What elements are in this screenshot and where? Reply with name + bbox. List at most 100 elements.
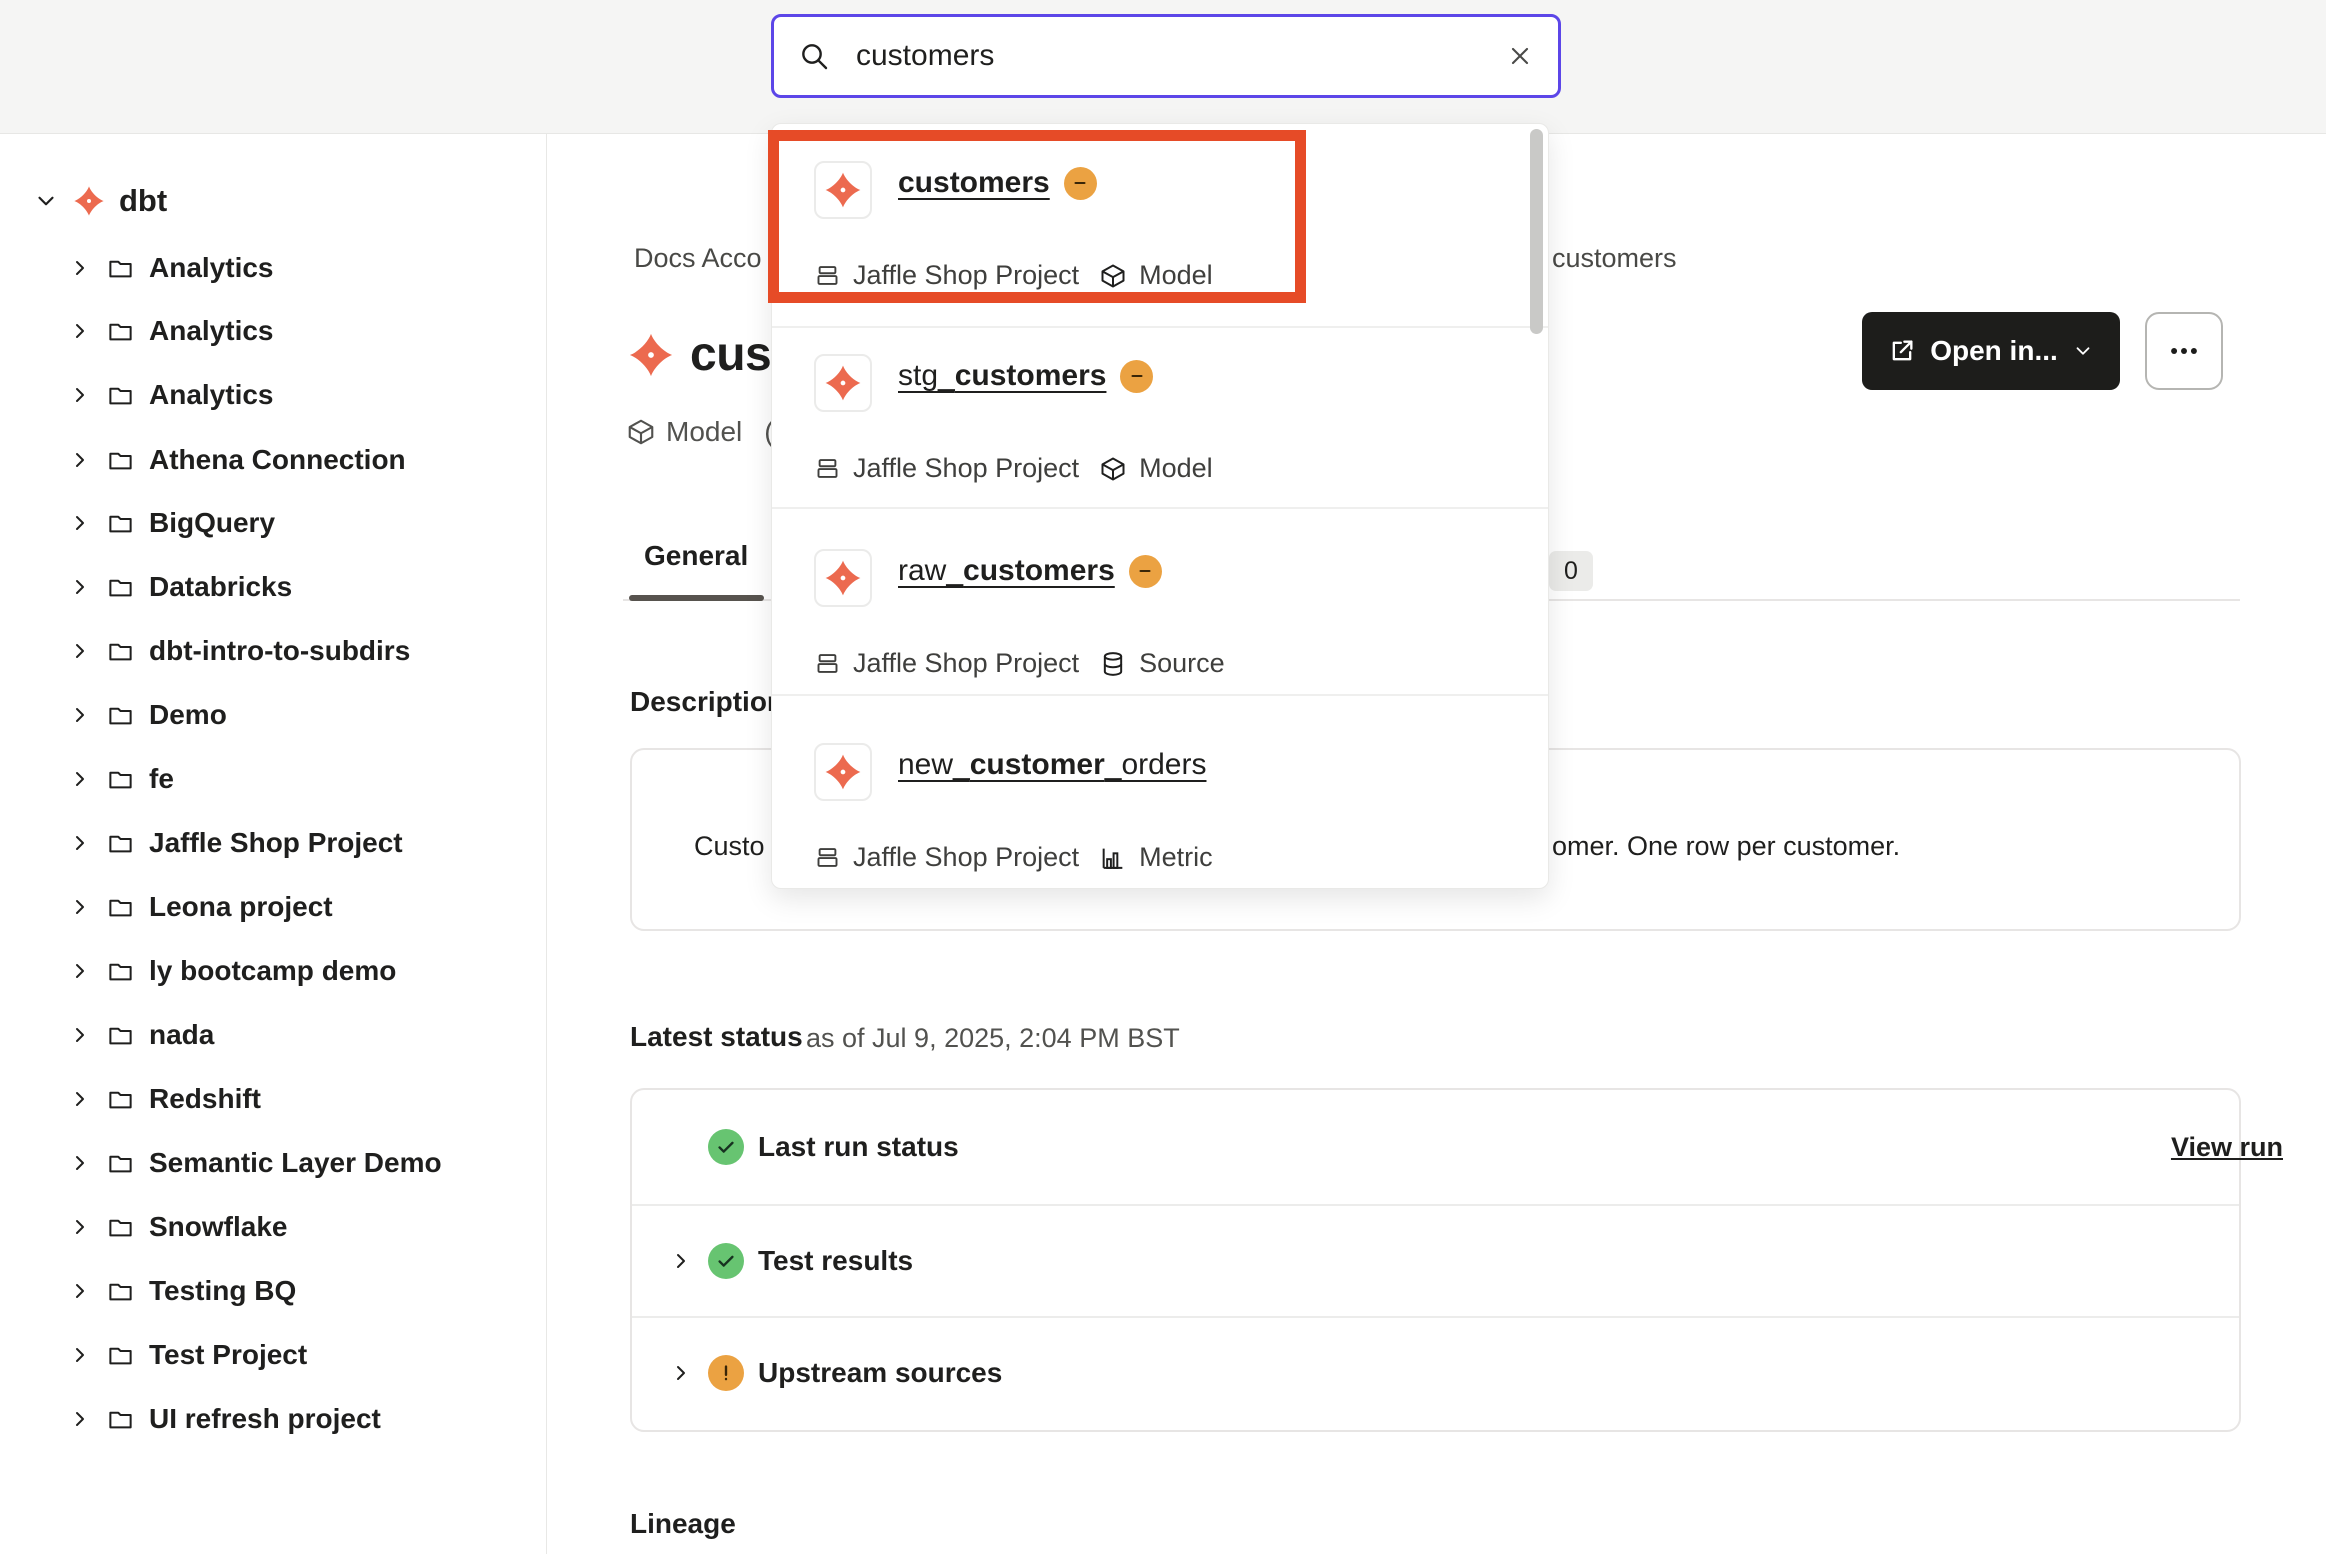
search-bar[interactable]: customers — [771, 14, 1561, 98]
dbt-logo-icon — [73, 185, 105, 217]
resource-type-label: Model — [666, 416, 742, 448]
dropdown-scrollbar[interactable] — [1530, 129, 1543, 334]
test-results-label: Test results — [758, 1245, 913, 1277]
result-title-link[interactable]: raw_customers — [898, 554, 1115, 588]
upstream-sources-row[interactable]: Upstream sources — [632, 1318, 2273, 1428]
open-in-button[interactable]: Open in... — [1862, 312, 2120, 390]
result-divider — [772, 507, 1548, 509]
chevron-down-icon[interactable] — [33, 188, 59, 214]
project-icon — [814, 650, 841, 677]
chevron-right-icon[interactable] — [68, 256, 92, 280]
search-result-new-customer-orders[interactable]: new_customer_orders Jaffle Shop Project … — [772, 734, 1548, 905]
sidebar-item-snowflake[interactable]: Snowflake — [0, 1206, 287, 1248]
maturity-badge-icon — [1120, 360, 1153, 393]
search-result-stg-customers[interactable]: stg_customers Jaffle Shop Project Model — [772, 345, 1548, 516]
close-icon[interactable] — [1506, 42, 1534, 70]
result-project: Jaffle Shop Project — [853, 453, 1079, 484]
sidebar-item-label: Demo — [149, 699, 227, 731]
maturity-badge-icon — [1064, 167, 1097, 200]
sidebar-item-label: Leona project — [149, 891, 333, 923]
tab-general[interactable]: General — [644, 540, 748, 572]
folder-icon — [107, 1406, 134, 1433]
result-divider — [772, 694, 1548, 696]
sidebar-item-label: Jaffle Shop Project — [149, 827, 403, 859]
chevron-right-icon[interactable] — [68, 1343, 92, 1367]
chevron-down-icon — [2072, 340, 2094, 362]
chevron-right-icon[interactable] — [68, 1215, 92, 1239]
cube-icon — [626, 417, 656, 447]
sidebar-item-athena-connection[interactable]: Athena Connection — [0, 439, 406, 481]
folder-icon — [107, 1214, 134, 1241]
chevron-right-icon[interactable] — [68, 895, 92, 919]
sidebar-item-jaffle-shop-project[interactable]: Jaffle Shop Project — [0, 822, 403, 864]
folder-icon — [107, 447, 134, 474]
chevron-right-icon[interactable] — [68, 1087, 92, 1111]
description-text-left: Custo — [694, 831, 765, 862]
sidebar-root-dbt[interactable]: dbt — [0, 179, 167, 223]
result-title-link[interactable]: new_customer_orders — [898, 748, 1206, 782]
upstream-sources-label: Upstream sources — [758, 1357, 1002, 1389]
sidebar-item-semantic-layer-demo[interactable]: Semantic Layer Demo — [0, 1142, 442, 1184]
chevron-right-icon[interactable] — [68, 383, 92, 407]
database-icon — [1099, 650, 1127, 678]
chevron-right-icon[interactable] — [68, 831, 92, 855]
app-window: dbt Analytics Analytics Analytics Athena… — [0, 0, 2326, 1554]
tab-count-badge: 0 — [1549, 551, 1593, 591]
sidebar-item-label: UI refresh project — [149, 1403, 381, 1435]
folder-icon — [107, 1342, 134, 1369]
result-title-link[interactable]: stg_customers — [898, 359, 1106, 393]
sidebar-item-label: ly bootcamp demo — [149, 955, 396, 987]
view-run-link[interactable]: View run — [2171, 1132, 2283, 1163]
chevron-right-icon[interactable] — [68, 448, 92, 472]
sidebar-item-analytics-1[interactable]: Analytics — [0, 247, 274, 289]
sidebar-item-redshift[interactable]: Redshift — [0, 1078, 261, 1120]
sidebar-item-databricks[interactable]: Databricks — [0, 566, 292, 608]
open-in-label: Open in... — [1930, 335, 2058, 367]
sidebar-item-label: Test Project — [149, 1339, 307, 1371]
chevron-right-icon[interactable] — [68, 959, 92, 983]
sidebar-item-bigquery[interactable]: BigQuery — [0, 502, 275, 544]
chevron-right-icon[interactable] — [68, 703, 92, 727]
chevron-right-icon[interactable] — [68, 319, 92, 343]
sidebar-item-analytics-3[interactable]: Analytics — [0, 374, 274, 416]
project-icon — [814, 262, 841, 289]
test-results-row[interactable]: Test results — [632, 1206, 2273, 1316]
chevron-right-icon[interactable] — [68, 767, 92, 791]
search-result-raw-customers[interactable]: raw_customers Jaffle Shop Project Source — [772, 540, 1548, 711]
sidebar-item-ui-refresh-project[interactable]: UI refresh project — [0, 1398, 381, 1440]
chevron-right-icon[interactable] — [68, 1279, 92, 1303]
sidebar-item-label: dbt-intro-to-subdirs — [149, 635, 410, 667]
dbt-logo-icon — [814, 743, 872, 801]
folder-icon — [107, 1278, 134, 1305]
chevron-right-icon[interactable] — [68, 1407, 92, 1431]
sidebar-item-nada[interactable]: nada — [0, 1014, 214, 1056]
sidebar-item-testing-bq[interactable]: Testing BQ — [0, 1270, 296, 1312]
folder-icon — [107, 1086, 134, 1113]
search-result-customers[interactable]: customers Jaffle Shop Project Model — [772, 152, 1548, 323]
breadcrumb[interactable]: Docs Acco — [634, 243, 762, 274]
sidebar-item-dbt-intro-to-subdirs[interactable]: dbt-intro-to-subdirs — [0, 630, 410, 672]
dbt-logo-icon — [814, 549, 872, 607]
result-type: Metric — [1139, 842, 1213, 873]
chevron-right-icon[interactable] — [68, 511, 92, 535]
folder-icon — [107, 638, 134, 665]
search-input[interactable]: customers — [856, 39, 1506, 73]
chevron-right-icon[interactable] — [666, 1361, 696, 1385]
folder-icon — [107, 830, 134, 857]
sidebar-item-leona-project[interactable]: Leona project — [0, 886, 333, 928]
more-options-button[interactable] — [2145, 312, 2223, 390]
sidebar-item-fe[interactable]: fe — [0, 758, 174, 800]
lineage-heading: Lineage — [630, 1508, 736, 1540]
maturity-badge-icon — [1129, 555, 1162, 588]
chevron-right-icon[interactable] — [68, 575, 92, 599]
sidebar-item-ly-bootcamp-demo[interactable]: ly bootcamp demo — [0, 950, 396, 992]
folder-icon — [107, 766, 134, 793]
chevron-right-icon[interactable] — [68, 1151, 92, 1175]
chevron-right-icon[interactable] — [68, 1023, 92, 1047]
sidebar-item-analytics-2[interactable]: Analytics — [0, 310, 274, 352]
chevron-right-icon[interactable] — [68, 639, 92, 663]
result-title-link[interactable]: customers — [898, 166, 1050, 200]
chevron-right-icon[interactable] — [666, 1249, 696, 1273]
sidebar-item-demo[interactable]: Demo — [0, 694, 227, 736]
sidebar-item-test-project[interactable]: Test Project — [0, 1334, 307, 1376]
